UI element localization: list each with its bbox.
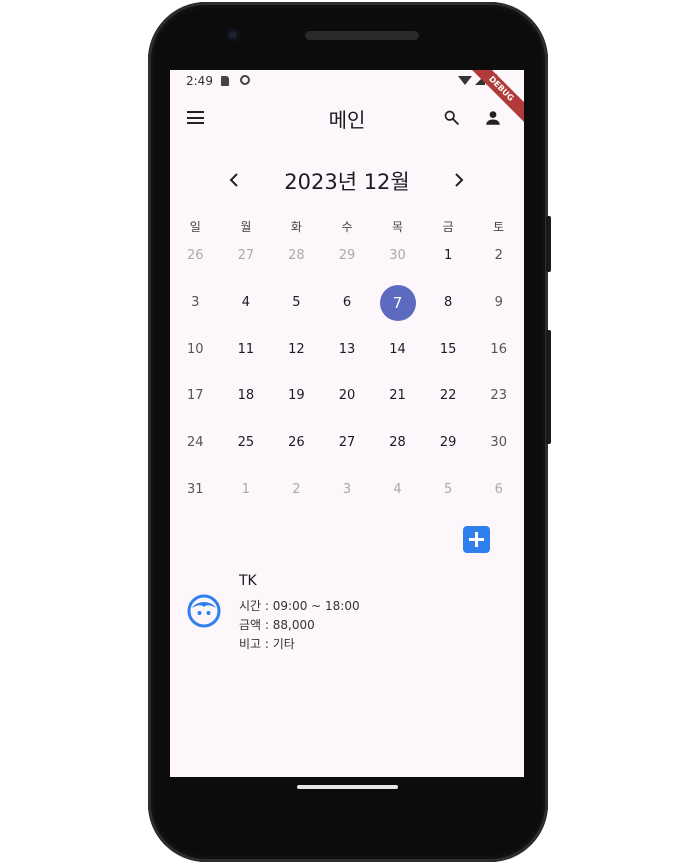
calendar-day[interactable]: 16 — [481, 332, 517, 368]
calendar-day[interactable]: 21 — [380, 378, 416, 414]
calendar-day[interactable]: 13 — [329, 332, 365, 368]
app-screen: 2:49 DEBUG 메인 2023년 12월 일월화수목금토 26 27 28 29… — [170, 70, 524, 777]
calendar-day[interactable]: 8 — [430, 285, 466, 321]
calendar-day[interactable]: 2 — [278, 472, 314, 508]
weekday-label: 목 — [392, 220, 404, 234]
front-camera — [226, 28, 240, 42]
calendar-day[interactable]: 30 — [481, 425, 517, 461]
weekday-label: 금 — [442, 220, 454, 234]
weekday-label: 수 — [341, 220, 353, 234]
weekday-label: 토 — [493, 220, 505, 234]
calendar-day[interactable]: 29 — [329, 238, 365, 274]
calendar-day[interactable]: 12 — [278, 332, 314, 368]
calendar-day[interactable]: 29 — [430, 425, 466, 461]
calendar-day[interactable]: 20 — [329, 378, 365, 414]
app-bar: 메인 — [170, 94, 524, 142]
calendar-day[interactable]: 1 — [228, 472, 264, 508]
event-name: TK — [239, 573, 257, 589]
weekday-label: 일 — [189, 220, 201, 234]
event-note: 비고 : 기타 — [239, 637, 295, 651]
earpiece-speaker — [305, 31, 419, 40]
calendar-day[interactable]: 31 — [177, 472, 213, 508]
calendar-day[interactable]: 17 — [177, 378, 213, 414]
event-card[interactable]: TK 시간 : 09:00 ~ 18:00 금액 : 88,000 비고 : 기… — [170, 570, 524, 660]
next-month-button[interactable] — [447, 166, 471, 194]
calendar-day[interactable]: 10 — [177, 332, 213, 368]
calendar-day[interactable]: 6 — [329, 285, 365, 321]
calendar-day[interactable]: 2 — [481, 238, 517, 274]
notification-icon — [240, 75, 250, 85]
add-event-button[interactable] — [463, 526, 490, 553]
person-icon[interactable] — [484, 109, 502, 127]
calendar-day[interactable]: 27 — [329, 425, 365, 461]
page-title: 메인 — [328, 108, 366, 132]
event-amount: 금액 : 88,000 — [239, 618, 315, 632]
chevron-right-icon — [455, 173, 464, 187]
calendar-day[interactable]: 26 — [177, 238, 213, 274]
calendar-day[interactable]: 5 — [278, 285, 314, 321]
calendar-day[interactable]: 1 — [430, 238, 466, 274]
calendar-day[interactable]: 3 — [177, 285, 213, 321]
calendar-day[interactable]: 19 — [278, 378, 314, 414]
calendar-day[interactable]: 11 — [228, 332, 264, 368]
sd-card-icon — [221, 76, 229, 86]
search-icon[interactable] — [443, 109, 460, 126]
calendar-day[interactable]: 28 — [380, 425, 416, 461]
calendar-day[interactable]: 4 — [380, 472, 416, 508]
calendar-day[interactable]: 30 — [380, 238, 416, 274]
calendar-day[interactable]: 7 — [379, 284, 416, 321]
calendar-day[interactable]: 24 — [177, 425, 213, 461]
status-bar: 2:49 DEBUG — [170, 70, 524, 126]
face-icon — [187, 594, 221, 628]
wifi-icon — [458, 76, 472, 85]
volume-button — [546, 330, 551, 444]
calendar-day[interactable]: 14 — [380, 332, 416, 368]
calendar-day[interactable]: 25 — [228, 425, 264, 461]
weekday-label: 월 — [240, 220, 252, 234]
calendar-day[interactable]: 15 — [430, 332, 466, 368]
event-time: 시간 : 09:00 ~ 18:00 — [239, 599, 360, 613]
calendar-day[interactable]: 28 — [278, 238, 314, 274]
calendar-day[interactable]: 4 — [228, 285, 264, 321]
calendar-day[interactable]: 6 — [481, 472, 517, 508]
calendar-day[interactable]: 18 — [228, 378, 264, 414]
calendar-day[interactable]: 9 — [481, 285, 517, 321]
calendar-day[interactable]: 22 — [430, 378, 466, 414]
calendar-day[interactable]: 26 — [278, 425, 314, 461]
calendar-day[interactable]: 23 — [481, 378, 517, 414]
power-button — [546, 216, 551, 272]
calendar-day[interactable]: 3 — [329, 472, 365, 508]
status-time: 2:49 — [186, 74, 213, 88]
home-indicator[interactable] — [297, 785, 398, 789]
calendar-day[interactable]: 27 — [228, 238, 264, 274]
weekday-label: 화 — [290, 220, 302, 234]
calendar-header: 2023년 12월 — [170, 164, 524, 200]
weekday-row: 일월화수목금토 — [170, 218, 524, 238]
calendar-day[interactable]: 5 — [430, 472, 466, 508]
